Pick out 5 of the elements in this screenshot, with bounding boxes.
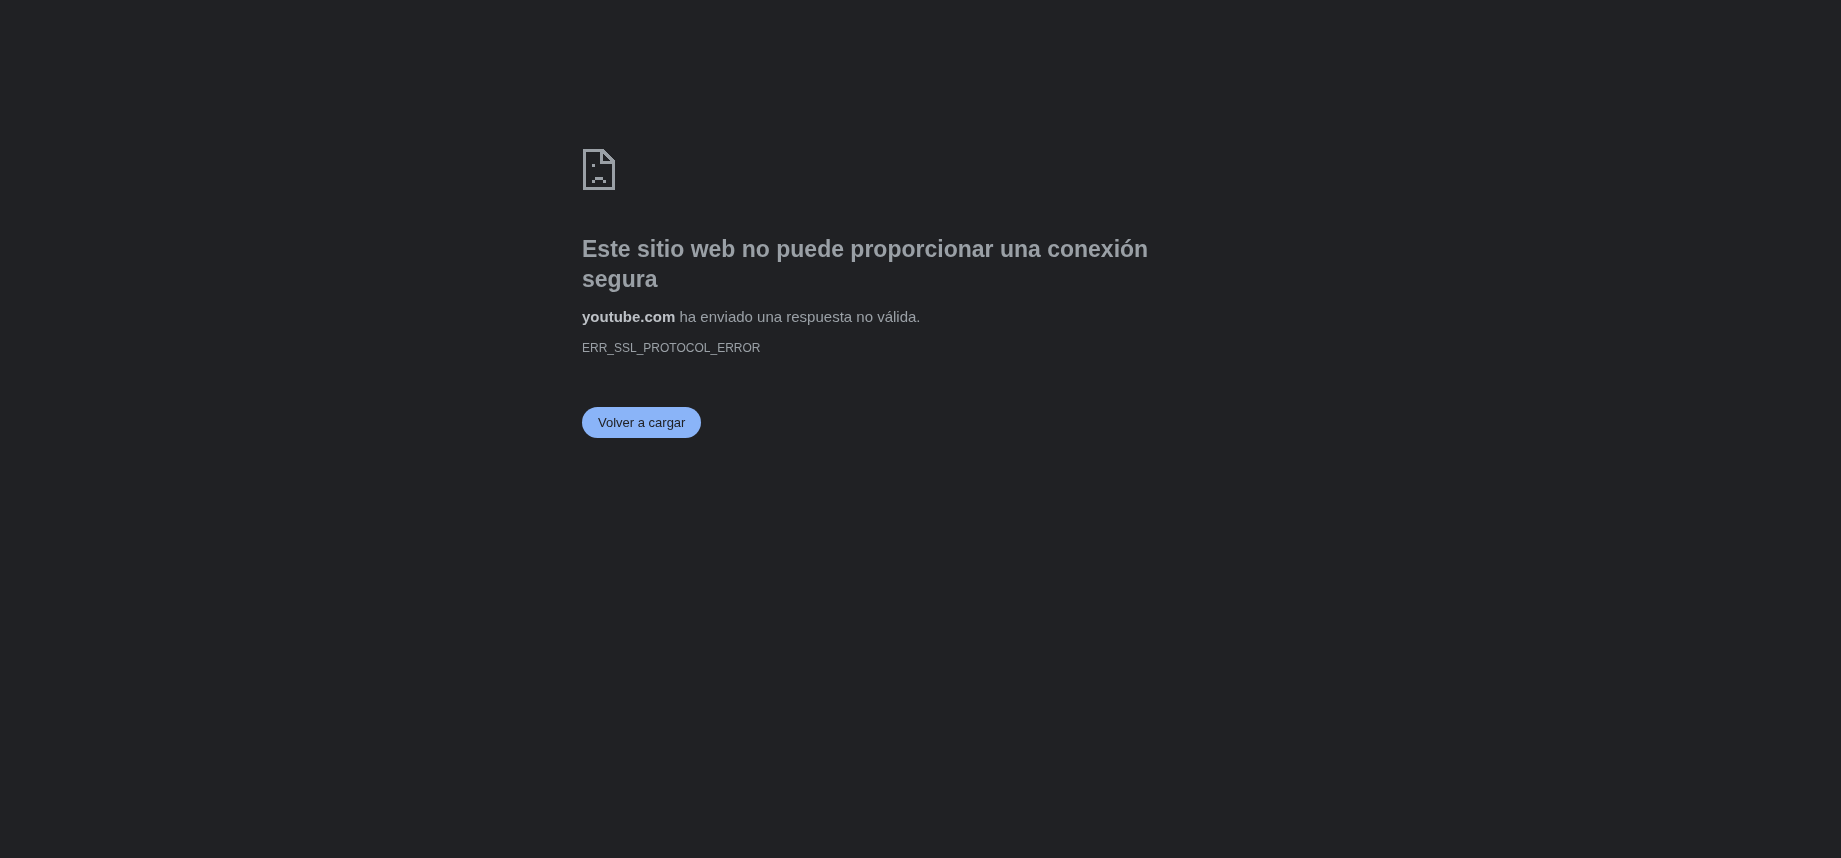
error-code: ERR_SSL_PROTOCOL_ERROR <box>582 341 761 355</box>
sad-document-icon <box>582 148 615 190</box>
reload-button[interactable]: Volver a cargar <box>582 407 702 438</box>
error-message: youtube.com ha enviado una respuesta no válida. <box>582 308 921 325</box>
error-heading: Este sitio web no puede proporcionar una conexión segura <box>582 235 1150 294</box>
